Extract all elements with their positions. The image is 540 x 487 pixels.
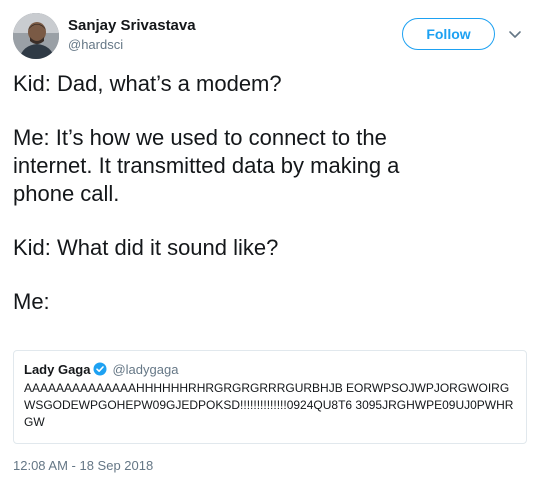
tweet-paragraph: Me:: [13, 289, 50, 314]
author-display-name[interactable]: Sanjay Srivastava: [68, 17, 196, 35]
tweet-card: Sanjay Srivastava @hardsci Follow Kid: D…: [0, 0, 540, 487]
quoted-tweet[interactable]: Lady Gaga @ladygaga AAAAAAAAAAAAAAHHHHHH…: [13, 350, 527, 444]
tweet-paragraph: Kid: Dad, what’s a modem?: [13, 71, 282, 96]
tweet-paragraph: Me: It’s how we used to connect to the i…: [13, 125, 400, 206]
avatar[interactable]: [13, 13, 59, 59]
quoted-author-handle: @ladygaga: [112, 361, 179, 377]
quoted-tweet-header: Lady Gaga @ladygaga: [24, 360, 516, 378]
tweet-text: Kid: Dad, what’s a modem? Me: It’s how w…: [13, 70, 523, 316]
tweet-paragraph: Kid: What did it sound like?: [13, 235, 279, 260]
verified-badge-icon: [93, 362, 107, 376]
chevron-down-icon[interactable]: [508, 28, 522, 40]
quoted-author-name: Lady Gaga: [24, 361, 91, 377]
tweet-timestamp[interactable]: 12:08 AM - 18 Sep 2018: [13, 458, 153, 474]
quoted-tweet-text: AAAAAAAAAAAAAAHHHHHHRHRGRGRGRRRGURBHJB E…: [24, 381, 514, 429]
follow-button[interactable]: Follow: [402, 18, 495, 50]
avatar-image: [13, 13, 59, 59]
author-handle[interactable]: @hardsci: [68, 37, 123, 53]
